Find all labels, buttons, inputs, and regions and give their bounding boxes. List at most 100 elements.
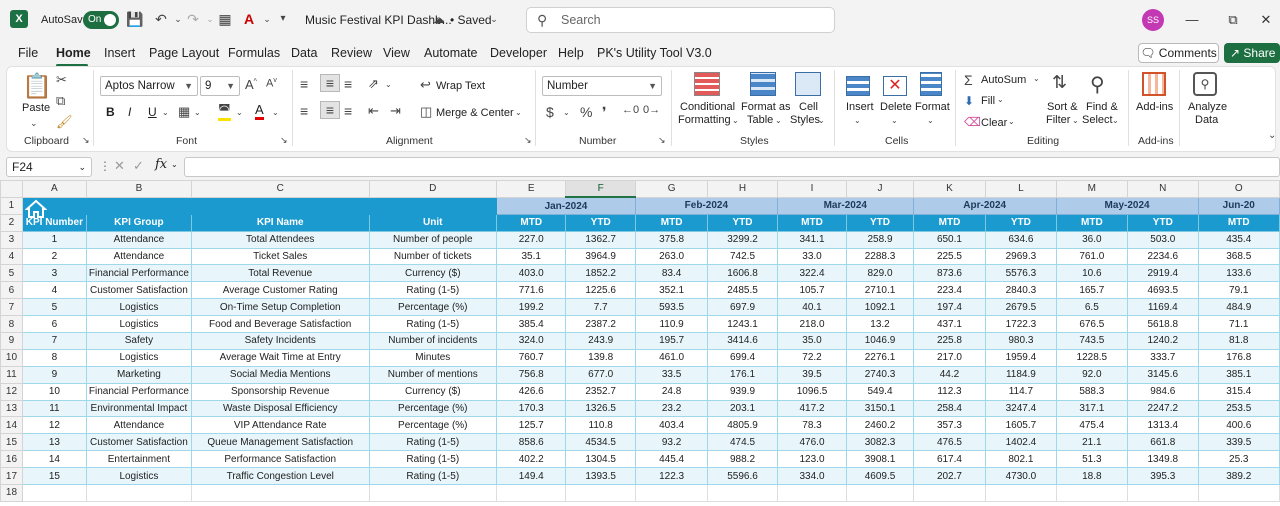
table-cell[interactable]: 1092.1 xyxy=(846,298,914,317)
table-cell[interactable]: 165.7 xyxy=(1055,281,1129,300)
table-cell[interactable]: 461.0 xyxy=(634,348,709,367)
table-cell[interactable]: 5618.8 xyxy=(1127,315,1199,334)
table-header-cell[interactable]: MTD xyxy=(634,213,709,232)
tab-pk-utility[interactable]: PK's Utility Tool V3.0 xyxy=(597,46,712,60)
table-cell[interactable]: 426.6 xyxy=(496,382,567,401)
table-cell[interactable]: 650.1 xyxy=(912,230,987,249)
table-cell[interactable]: 697.9 xyxy=(707,298,778,317)
table-header-cell[interactable]: MTD xyxy=(776,213,848,232)
table-cell[interactable]: Number of incidents xyxy=(368,332,498,350)
table-cell[interactable]: 474.5 xyxy=(707,433,778,452)
table-cell[interactable]: Waste Disposal Efficiency xyxy=(190,399,370,418)
column-header[interactable]: D xyxy=(368,180,498,198)
row-header[interactable]: 3 xyxy=(0,230,23,249)
cell-styles-button-line2[interactable]: Styles xyxy=(790,114,820,126)
row-header[interactable]: 1 xyxy=(0,196,23,215)
table-cell[interactable]: 13.2 xyxy=(846,315,914,334)
align-middle-icon[interactable]: ≡ xyxy=(320,74,340,92)
table-cell[interactable]: 322.4 xyxy=(776,264,848,283)
table-cell[interactable]: 437.1 xyxy=(912,315,987,334)
table-cell[interactable]: 2352.7 xyxy=(565,382,636,401)
table-cell[interactable]: 176.8 xyxy=(1197,348,1280,367)
increase-indent-icon[interactable]: ⇥ xyxy=(390,103,401,119)
table-cell[interactable]: 1184.9 xyxy=(985,365,1057,384)
table-cell[interactable]: 3299.2 xyxy=(707,230,778,249)
table-cell[interactable]: Customer Satisfaction xyxy=(85,281,192,300)
table-header-cell[interactable]: YTD xyxy=(846,213,914,232)
table-cell[interactable]: 176.1 xyxy=(707,365,778,384)
addins-icon[interactable] xyxy=(1142,72,1166,96)
table-header-cell[interactable]: MTD xyxy=(1055,213,1129,232)
formula-input[interactable] xyxy=(184,157,1280,177)
table-cell[interactable]: 218.0 xyxy=(776,315,848,334)
table-cell[interactable]: 324.0 xyxy=(496,332,567,350)
cell-styles-icon[interactable] xyxy=(795,72,821,96)
table-cell[interactable]: 1722.3 xyxy=(985,315,1057,334)
table-cell[interactable]: 225.5 xyxy=(912,247,987,266)
row-header[interactable]: 17 xyxy=(0,467,23,486)
table-cell[interactable]: Performance Satisfaction xyxy=(190,450,370,469)
clear-button[interactable]: Clear xyxy=(981,117,1007,129)
table-cell[interactable]: 6 xyxy=(21,315,87,334)
table-cell[interactable]: 1046.9 xyxy=(846,332,914,350)
fill-icon[interactable]: ⬇ xyxy=(964,94,974,108)
format-as-table-button-line2[interactable]: Table xyxy=(747,114,773,126)
table-cell[interactable]: 1326.5 xyxy=(565,399,636,418)
table-cell[interactable]: 35.1 xyxy=(496,247,567,266)
table-cell[interactable]: 2247.2 xyxy=(1127,399,1199,418)
fill-color-icon[interactable]: ◚ xyxy=(218,102,231,121)
format-cells-icon[interactable] xyxy=(920,72,942,96)
table-cell[interactable]: 417.2 xyxy=(776,399,848,418)
table-cell[interactable]: 389.2 xyxy=(1197,467,1280,486)
table-cell[interactable]: 13 xyxy=(21,433,87,452)
table-cell[interactable]: Percentage (%) xyxy=(368,298,498,317)
column-header[interactable]: K xyxy=(912,180,987,198)
table-cell[interactable]: 203.1 xyxy=(707,399,778,418)
table-cell[interactable]: 217.0 xyxy=(912,348,987,367)
sort-filter-button-line2[interactable]: Filter xyxy=(1046,114,1070,126)
table-cell[interactable]: Financial Performance xyxy=(85,264,192,283)
home-icon[interactable] xyxy=(25,199,47,219)
table-header-cell[interactable]: YTD xyxy=(707,213,778,232)
table-cell[interactable]: Rating (1-5) xyxy=(368,467,498,486)
table-cell[interactable]: 760.7 xyxy=(496,348,567,367)
column-header[interactable]: N xyxy=(1127,180,1199,198)
table-cell[interactable]: 15 xyxy=(21,467,87,486)
empty-cell[interactable] xyxy=(21,484,87,502)
column-header[interactable]: J xyxy=(846,180,914,198)
table-cell[interactable]: 315.4 xyxy=(1197,382,1280,401)
table-cell[interactable]: 123.0 xyxy=(776,450,848,469)
table-cell[interactable]: 357.3 xyxy=(912,416,987,435)
table-cell[interactable]: 634.6 xyxy=(985,230,1057,249)
empty-cell[interactable] xyxy=(1055,484,1129,502)
avatar[interactable]: SS xyxy=(1142,9,1164,31)
table-cell[interactable]: 5 xyxy=(21,298,87,317)
table-cell[interactable]: 756.8 xyxy=(496,365,567,384)
table-cell[interactable]: 802.1 xyxy=(985,450,1057,469)
row-header[interactable]: 2 xyxy=(0,213,23,232)
table-cell[interactable]: 858.6 xyxy=(496,433,567,452)
table-cell[interactable]: Currency ($) xyxy=(368,264,498,283)
table-cell[interactable]: 11 xyxy=(21,399,87,418)
table-cell[interactable]: 317.1 xyxy=(1055,399,1129,418)
autosum-icon[interactable]: Σ xyxy=(964,72,973,88)
table-cell[interactable]: Percentage (%) xyxy=(368,416,498,435)
select-all-corner[interactable] xyxy=(0,180,23,198)
table-cell[interactable]: 3145.6 xyxy=(1127,365,1199,384)
table-cell[interactable]: 35.0 xyxy=(776,332,848,350)
name-box[interactable]: F24 ⌄ xyxy=(6,157,92,177)
empty-cell[interactable] xyxy=(912,484,987,502)
table-cell[interactable]: Rating (1-5) xyxy=(368,450,498,469)
row-header[interactable]: 10 xyxy=(0,348,23,367)
table-cell[interactable]: 1240.2 xyxy=(1127,332,1199,350)
table-cell[interactable]: Safety Incidents xyxy=(190,332,370,350)
table-cell[interactable]: 223.4 xyxy=(912,281,987,300)
row-header[interactable]: 14 xyxy=(0,416,23,435)
table-cell[interactable]: 771.6 xyxy=(496,281,567,300)
table-cell[interactable]: 4 xyxy=(21,281,87,300)
redo-icon[interactable]: ↷ xyxy=(184,10,202,28)
cancel-formula-icon[interactable]: ✕ xyxy=(114,158,125,174)
find-select-icon[interactable]: ⚲ xyxy=(1090,72,1105,97)
table-header-cell[interactable]: Unit xyxy=(368,213,498,232)
borders-ribbon-icon[interactable]: ▦ xyxy=(178,104,190,120)
